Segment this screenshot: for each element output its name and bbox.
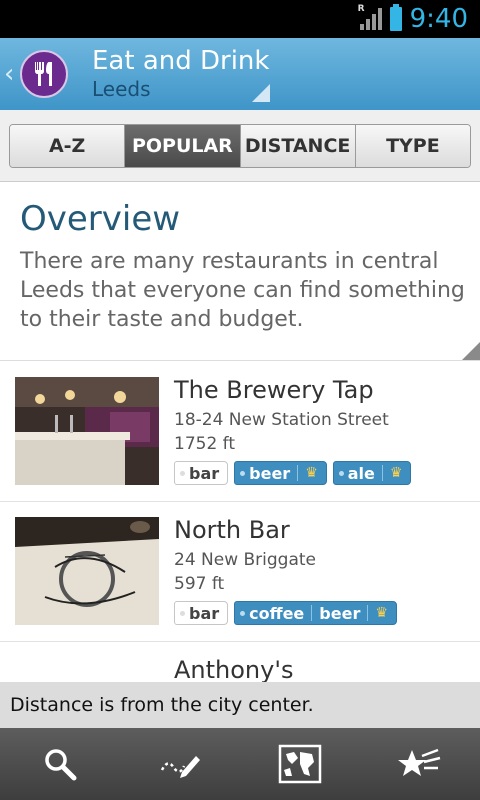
venue-address: 18-24 New Station Street	[174, 410, 389, 430]
list-item[interactable]: North Bar 24 New Briggate 597 ft bar cof…	[0, 502, 480, 642]
favorites-icon	[398, 748, 441, 776]
venue-address: 24 New Briggate	[174, 550, 317, 570]
toast-message: Distance is from the city center.	[0, 682, 480, 728]
status-bar: R 9:40	[0, 0, 480, 38]
favorites-button[interactable]	[360, 728, 480, 800]
expand-corner-icon[interactable]	[462, 342, 480, 360]
edit-button[interactable]	[120, 728, 240, 800]
roaming-indicator: R	[357, 4, 365, 14]
battery-icon	[389, 4, 402, 31]
signal-icon: R	[358, 4, 382, 30]
venue-name: The Brewery Tap	[174, 376, 374, 404]
tag-label: coffee	[249, 603, 305, 623]
overview-text: There are many restaurants in central Le…	[20, 249, 465, 332]
sort-tabbar: A-Z POPULAR DISTANCE TYPE	[0, 110, 480, 182]
header-text[interactable]: Eat and Drink Leeds	[92, 46, 269, 102]
clock: 9:40	[409, 4, 468, 34]
list-item[interactable]: The Brewery Tap 18-24 New Station Street…	[0, 362, 480, 502]
venue-name: North Bar	[174, 516, 290, 544]
page-title: Eat and Drink	[92, 46, 270, 76]
tag[interactable]: ale ♛	[332, 461, 412, 485]
tag-label: beer	[249, 463, 291, 483]
tab-distance[interactable]: DISTANCE	[240, 125, 356, 167]
overview-title: Overview	[20, 199, 181, 239]
map-icon	[278, 744, 322, 784]
crown-icon: ♛	[305, 465, 318, 481]
dropdown-indicator-icon	[252, 84, 270, 102]
venue-distance: 597 ft	[174, 574, 225, 594]
app-header: ‹ Eat and Drink Leeds	[0, 38, 480, 110]
venue-distance: 1752 ft	[174, 434, 236, 454]
tag[interactable]: bar	[174, 601, 229, 625]
tag[interactable]: bar	[174, 461, 229, 485]
search-icon	[45, 749, 77, 781]
edit-icon	[160, 756, 200, 778]
tag-label: beer	[319, 603, 361, 623]
search-button[interactable]	[0, 728, 120, 800]
tag-label: ale	[347, 463, 375, 483]
crown-icon: ♛	[375, 605, 388, 621]
venue-photo	[15, 517, 159, 625]
bottom-toolbar	[0, 728, 480, 800]
tab-type[interactable]: TYPE	[355, 125, 470, 167]
fork-knife-icon[interactable]	[20, 50, 68, 98]
crown-icon: ♛	[389, 465, 403, 481]
tab-a-z[interactable]: A-Z	[10, 125, 126, 167]
tag[interactable]: beer ♛	[234, 461, 327, 485]
overview-section[interactable]: Overview There are many restaurants in c…	[0, 183, 480, 361]
sort-tabs: A-Z POPULAR DISTANCE TYPE	[9, 124, 471, 168]
tab-popular[interactable]: POPULAR	[125, 125, 241, 167]
venue-name[interactable]: Anthony's	[174, 656, 293, 684]
map-button[interactable]	[240, 728, 360, 800]
back-chevron-icon[interactable]: ‹	[4, 59, 20, 89]
tag-list: bar beer ♛ ale ♛	[174, 461, 412, 485]
venue-photo	[15, 377, 159, 485]
city-selector[interactable]: Leeds	[92, 76, 269, 102]
tag-list: bar coffee beer ♛	[174, 601, 397, 625]
tag[interactable]: coffee beer ♛	[234, 601, 397, 625]
